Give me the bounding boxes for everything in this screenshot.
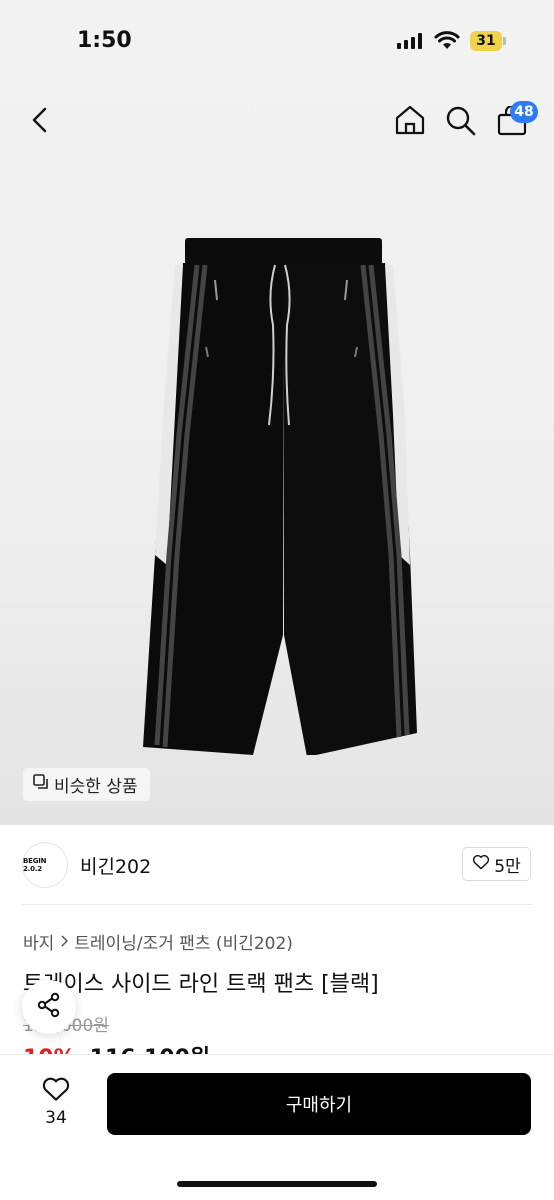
share-button[interactable]	[22, 980, 76, 1034]
wishlist-count: 34	[45, 1108, 67, 1128]
breadcrumb-category[interactable]: 바지	[23, 929, 54, 954]
battery-level: 31	[470, 31, 502, 51]
brand-like-button[interactable]: 5만	[462, 847, 531, 881]
breadcrumb: 바지 트레이닝/조거 팬츠 (비긴202)	[23, 929, 293, 954]
brand-name[interactable]: 비긴202	[80, 852, 151, 879]
wishlist-button[interactable]	[36, 1076, 76, 1106]
battery-icon: 31	[470, 31, 506, 51]
track-pants-image	[135, 235, 425, 759]
copy-icon	[33, 774, 49, 795]
similar-products-button[interactable]: 비슷한 상품	[23, 768, 150, 801]
chevron-right-icon	[60, 932, 69, 952]
signal-icon	[397, 33, 423, 49]
wifi-icon	[434, 30, 460, 54]
home-indicator	[177, 1181, 377, 1187]
share-icon	[36, 992, 62, 1022]
brand-like-count: 5만	[494, 856, 521, 877]
buy-button[interactable]: 구매하기	[107, 1073, 531, 1135]
search-icon[interactable]	[445, 105, 477, 141]
home-icon[interactable]	[394, 104, 426, 140]
similar-products-label: 비슷한 상품	[54, 777, 138, 797]
heart-icon	[472, 854, 490, 875]
heart-icon	[41, 1077, 71, 1106]
product-title: 트레이스 사이드 라인 트랙 팬츠 [블랙]	[23, 972, 379, 997]
brand-logo[interactable]: BEGIN 2.0.2	[22, 842, 68, 888]
back-icon[interactable]	[28, 106, 52, 138]
divider	[22, 904, 532, 905]
status-time: 1:50	[77, 28, 132, 53]
breadcrumb-subcategory[interactable]: 트레이닝/조거 팬츠 (비긴202)	[74, 929, 293, 954]
cart-count-badge: 48	[510, 101, 538, 123]
